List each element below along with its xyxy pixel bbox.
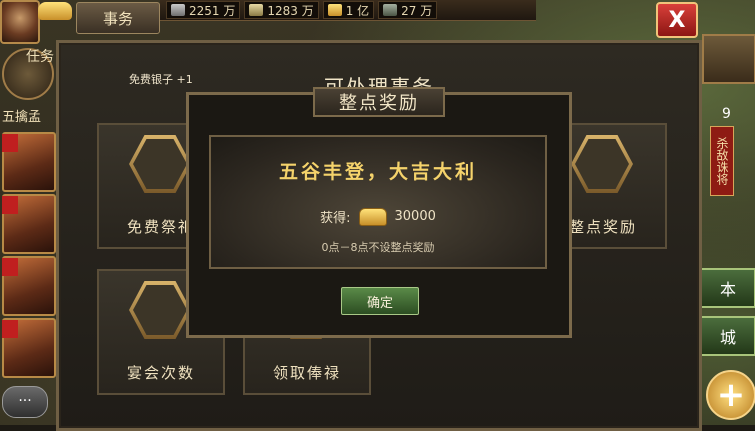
reward-value: 30000 <box>394 209 436 224</box>
dialog-content: 五谷丰登，大吉大利 获得: 30000 0点－8点不设整点奖励 <box>209 135 547 269</box>
gold-ingot-icon <box>358 207 387 226</box>
side-button-cheng[interactable]: 城 <box>700 316 755 356</box>
tile-caption: 领取俸禄 <box>272 364 341 382</box>
hero-portrait-2[interactable] <box>2 194 56 254</box>
gold-ingot-icon[interactable] <box>38 2 72 20</box>
kill-tag[interactable]: 杀敌诛将 <box>710 126 734 196</box>
resource-soldiers: 27 万 <box>378 1 438 19</box>
reward-note: 0点－8点不设整点奖励 <box>321 241 435 254</box>
side-button-ben[interactable]: 本 <box>700 268 755 308</box>
task-label: 任务 <box>26 49 54 65</box>
hero-portrait-1[interactable] <box>2 132 56 192</box>
gold-ingot-icon <box>327 4 342 16</box>
resource-copper-value: 2251 万 <box>189 3 236 18</box>
close-button[interactable]: X <box>656 2 698 38</box>
hero-badge <box>2 258 18 276</box>
reward-dialog: 整点奖励 五谷丰登，大吉大利 获得: 30000 0点－8点不设整点奖励 确定 <box>186 87 572 338</box>
resource-grain: 1283 万 <box>244 1 319 19</box>
resource-gold-value: 1 亿 <box>345 3 370 18</box>
hero-badge <box>2 196 18 214</box>
resource-gold: 1 亿 <box>322 1 375 19</box>
resource-soldiers-value: 27 万 <box>401 3 433 18</box>
banquet-table-icon <box>129 281 191 339</box>
hero-portrait-3[interactable] <box>2 256 56 316</box>
resource-grain-value: 1283 万 <box>267 3 314 18</box>
confirm-button[interactable]: 确定 <box>341 287 419 315</box>
kill-count: 9 <box>722 106 731 122</box>
resource-bar: 2251 万 1283 万 1 亿 27 万 <box>160 0 536 21</box>
firecracker-icon <box>571 135 633 193</box>
hero-portrait-4[interactable] <box>2 318 56 378</box>
dialog-title: 整点奖励 <box>339 93 419 114</box>
reward-row: 获得: 30000 <box>211 207 545 226</box>
player-avatar[interactable] <box>0 0 40 44</box>
hero-badge <box>2 134 18 152</box>
right-sidebar: 9 杀敌诛将 本 城 + <box>700 34 755 425</box>
resource-copper: 2251 万 <box>166 1 241 19</box>
left-sidebar: 任务 五擒孟 ··· <box>0 40 56 425</box>
grain-icon <box>249 4 264 16</box>
hero-badge <box>2 320 18 338</box>
plus-button[interactable]: + <box>706 370 755 420</box>
tab-affairs[interactable]: 事务 <box>76 2 160 34</box>
censer-icon <box>129 135 191 193</box>
dialog-headline: 五谷丰登，大吉大利 <box>278 161 477 183</box>
chat-button[interactable]: ··· <box>2 386 48 418</box>
tile-caption: 宴会次数 <box>126 364 195 382</box>
soldiers-icon <box>383 4 398 16</box>
copper-coin-icon <box>171 4 185 16</box>
hero-name-label: 五擒孟 <box>2 110 42 125</box>
reward-label: 获得: <box>320 211 351 226</box>
world-map-button[interactable] <box>702 34 755 84</box>
free-silver-label: 免费银子 +1 <box>129 73 193 86</box>
